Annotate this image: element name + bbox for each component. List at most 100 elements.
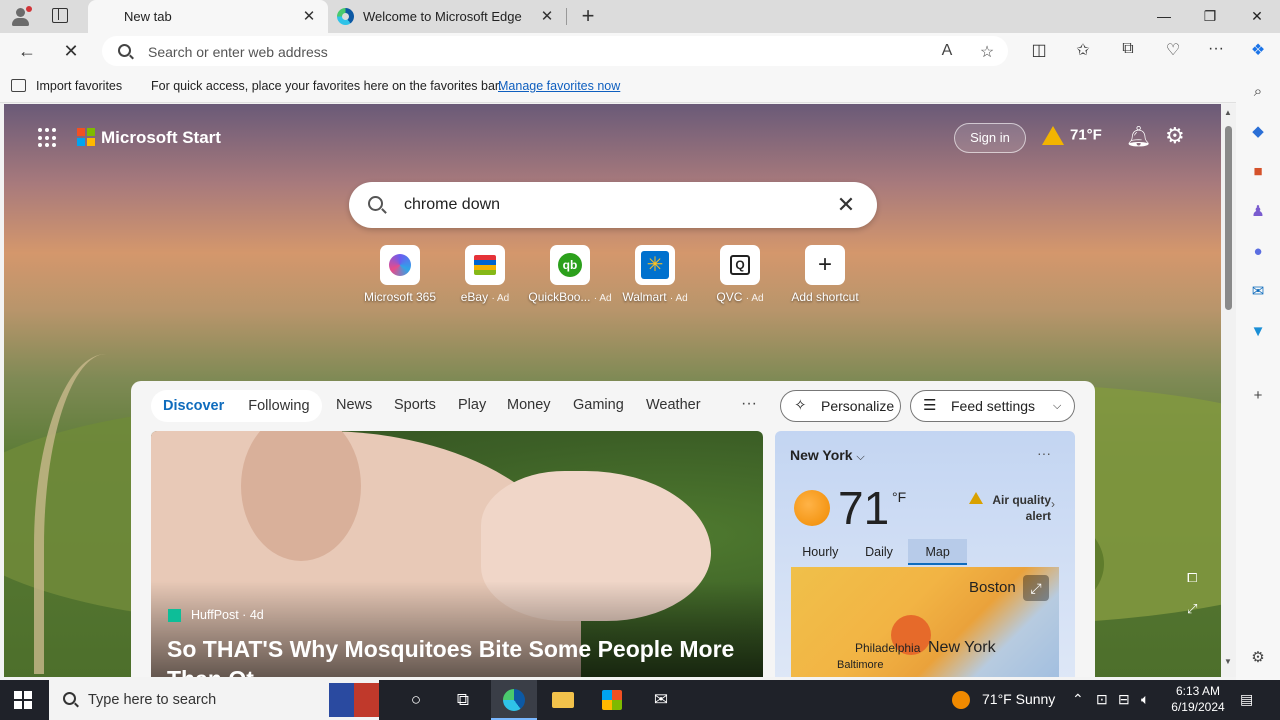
tab-gaming[interactable]: Gaming	[573, 397, 624, 413]
web-search-box[interactable]: ✕	[349, 182, 877, 228]
close-window-button[interactable]: ✕	[1234, 4, 1280, 28]
feed-settings-button[interactable]: ☰ Feed settings ⌵	[910, 390, 1075, 422]
profile-icon[interactable]	[10, 6, 32, 28]
windows-start-icon[interactable]	[14, 691, 32, 709]
weather-tab-hourly[interactable]: Hourly	[791, 539, 850, 565]
scrollbar-thumb[interactable]	[1225, 126, 1232, 310]
tab-welcome[interactable]: Welcome to Microsoft Edge ✕	[330, 0, 566, 33]
tab-discover[interactable]: Discover	[163, 398, 224, 414]
quickbooks-icon: qb	[550, 245, 590, 285]
outlook-icon[interactable]: ✉	[1248, 282, 1268, 302]
tab-money[interactable]: Money	[507, 397, 551, 413]
tools-icon[interactable]: ■	[1248, 162, 1268, 182]
tab-actions-icon[interactable]	[52, 8, 68, 23]
restore-button[interactable]: ❐	[1187, 4, 1233, 28]
personalize-icon: ✧	[794, 397, 807, 414]
personalize-button[interactable]: ✧ Personalize	[780, 390, 901, 422]
network-icon[interactable]: ⊟	[1118, 691, 1130, 708]
page-settings-gear-icon[interactable]: ⚙	[1165, 123, 1185, 149]
new-tab-button[interactable]: +	[577, 3, 599, 29]
favorite-star-icon[interactable]: ☆	[976, 42, 998, 62]
close-tab-icon[interactable]: ✕	[538, 7, 556, 25]
tab-play[interactable]: Play	[458, 397, 486, 413]
taskbar-weather[interactable]: 71°F Sunny	[982, 691, 1055, 707]
notifications-icon[interactable]: ▤	[1240, 691, 1253, 708]
expand-map-icon[interactable]: ⤢	[1023, 575, 1049, 601]
edge-taskbar-icon[interactable]	[491, 680, 537, 720]
search-icon[interactable]: ⌕	[1248, 82, 1268, 102]
scroll-up-icon[interactable]: ▲	[1224, 108, 1232, 117]
drop-icon[interactable]: ▼	[1248, 322, 1268, 342]
stop-loading-button[interactable]: ✕	[58, 39, 84, 63]
page-scrollbar[interactable]: ▲ ▼	[1221, 104, 1236, 677]
shortcut-walmart[interactable]: ✳ Walmart · Ad	[610, 245, 700, 304]
scroll-down-icon[interactable]: ▼	[1224, 657, 1232, 666]
address-bar[interactable]: Search or enter web address A ☆	[102, 36, 1008, 66]
sidebar-settings-icon[interactable]: ⚙	[1248, 648, 1268, 668]
weather-map[interactable]: Boston Philadelphia New York Baltimore ⤢	[791, 567, 1059, 677]
tab-new-tab[interactable]: New tab ✕	[88, 0, 328, 33]
favorites-hint: For quick access, place your favorites h…	[151, 79, 502, 93]
back-button[interactable]: ←	[14, 39, 40, 63]
settings-more-icon[interactable]: ···	[1204, 40, 1228, 58]
shortcut-ebay[interactable]: eBay · Ad	[440, 245, 530, 304]
shopping-tag-icon[interactable]: ◆	[1248, 122, 1268, 142]
close-tab-icon[interactable]: ✕	[300, 7, 318, 25]
clear-search-icon[interactable]: ✕	[834, 192, 858, 218]
shortcut-label: eBay	[460, 290, 489, 304]
sign-in-button[interactable]: Sign in	[954, 123, 1026, 153]
tab-sports[interactable]: Sports	[394, 397, 436, 413]
taskbar-clock[interactable]: 6:13 AM 6/19/2024	[1170, 683, 1226, 715]
microsoft-store-icon[interactable]	[589, 680, 635, 720]
brand-title[interactable]: Microsoft Start	[101, 128, 221, 148]
cortana-icon[interactable]: ○	[393, 680, 439, 720]
favorites-icon[interactable]: ✩	[1071, 40, 1095, 60]
header-weather[interactable]: 71°F	[1042, 126, 1102, 145]
chevron-up-icon[interactable]: ⌃	[1072, 691, 1084, 708]
feedback-icon[interactable]: ⧠	[1187, 570, 1197, 586]
microsoft-365-icon[interactable]: ●	[1248, 242, 1268, 262]
weather-tabs: Hourly Daily Map	[791, 539, 968, 565]
add-sidebar-app-icon[interactable]: +	[1248, 386, 1268, 406]
weather-tab-map[interactable]: Map	[908, 539, 968, 565]
minimize-button[interactable]: —	[1141, 4, 1187, 28]
search-highlight-image[interactable]	[329, 683, 379, 717]
shortcut-quickbooks[interactable]: qb QuickBoo... · Ad	[525, 245, 615, 304]
tab-weather[interactable]: Weather	[646, 397, 701, 413]
games-icon[interactable]: ♟	[1248, 202, 1268, 222]
expand-icon[interactable]: ⤢	[1187, 601, 1197, 617]
import-favorites-button[interactable]: Import favorites	[36, 79, 122, 93]
app-launcher-icon[interactable]	[38, 128, 58, 148]
file-explorer-icon[interactable]	[540, 680, 586, 720]
weather-tab-daily[interactable]: Daily	[850, 539, 909, 565]
shortcut-label: Walmart	[622, 290, 667, 304]
weather-card[interactable]: New York ⌵ ··· 71 °F Air quality alert ›…	[775, 431, 1075, 677]
hero-article-card[interactable]: HuffPost · 4d So THAT'S Why Mosquitoes B…	[151, 431, 763, 677]
tab-news[interactable]: News	[336, 397, 372, 413]
microsoft-365-icon	[380, 245, 420, 285]
shortcut-add[interactable]: + Add shortcut	[780, 245, 870, 304]
weather-city[interactable]: New York ⌵	[790, 447, 865, 464]
collections-icon[interactable]: ⧉	[1116, 40, 1140, 58]
split-screen-icon[interactable]: ◫	[1027, 40, 1051, 60]
weather-more-icon[interactable]: ···	[1037, 445, 1051, 461]
meet-now-icon[interactable]: ⊡	[1096, 691, 1108, 708]
shortcut-qvc[interactable]: Q QVC · Ad	[695, 245, 785, 304]
volume-icon[interactable]: 🔈︎	[1141, 691, 1149, 708]
web-search-input[interactable]	[404, 194, 824, 216]
taskbar-search[interactable]: Type here to search	[49, 680, 379, 720]
chevron-right-icon[interactable]: ›	[1051, 497, 1055, 511]
more-tabs-button[interactable]: ···	[741, 395, 757, 413]
manage-favorites-link[interactable]: Manage favorites now	[498, 79, 620, 93]
copilot-icon[interactable]: ❖	[1246, 40, 1270, 60]
air-quality-alert[interactable]: Air quality alert	[967, 492, 1051, 524]
shortcut-microsoft-365[interactable]: Microsoft 365	[355, 245, 445, 304]
browser-essentials-icon[interactable]: ♡	[1161, 40, 1185, 60]
mail-icon[interactable]: ✉	[638, 680, 684, 720]
notifications-bell-icon[interactable]: 🔔︎	[1126, 124, 1151, 149]
task-view-icon[interactable]: ⧉	[440, 680, 486, 720]
read-aloud-icon[interactable]: A	[936, 42, 958, 60]
article-headline[interactable]: So THAT'S Why Mosquitoes Bite Some Peopl…	[167, 634, 757, 677]
article-source: HuffPost · 4d	[191, 608, 264, 622]
tab-following[interactable]: Following	[248, 398, 309, 414]
